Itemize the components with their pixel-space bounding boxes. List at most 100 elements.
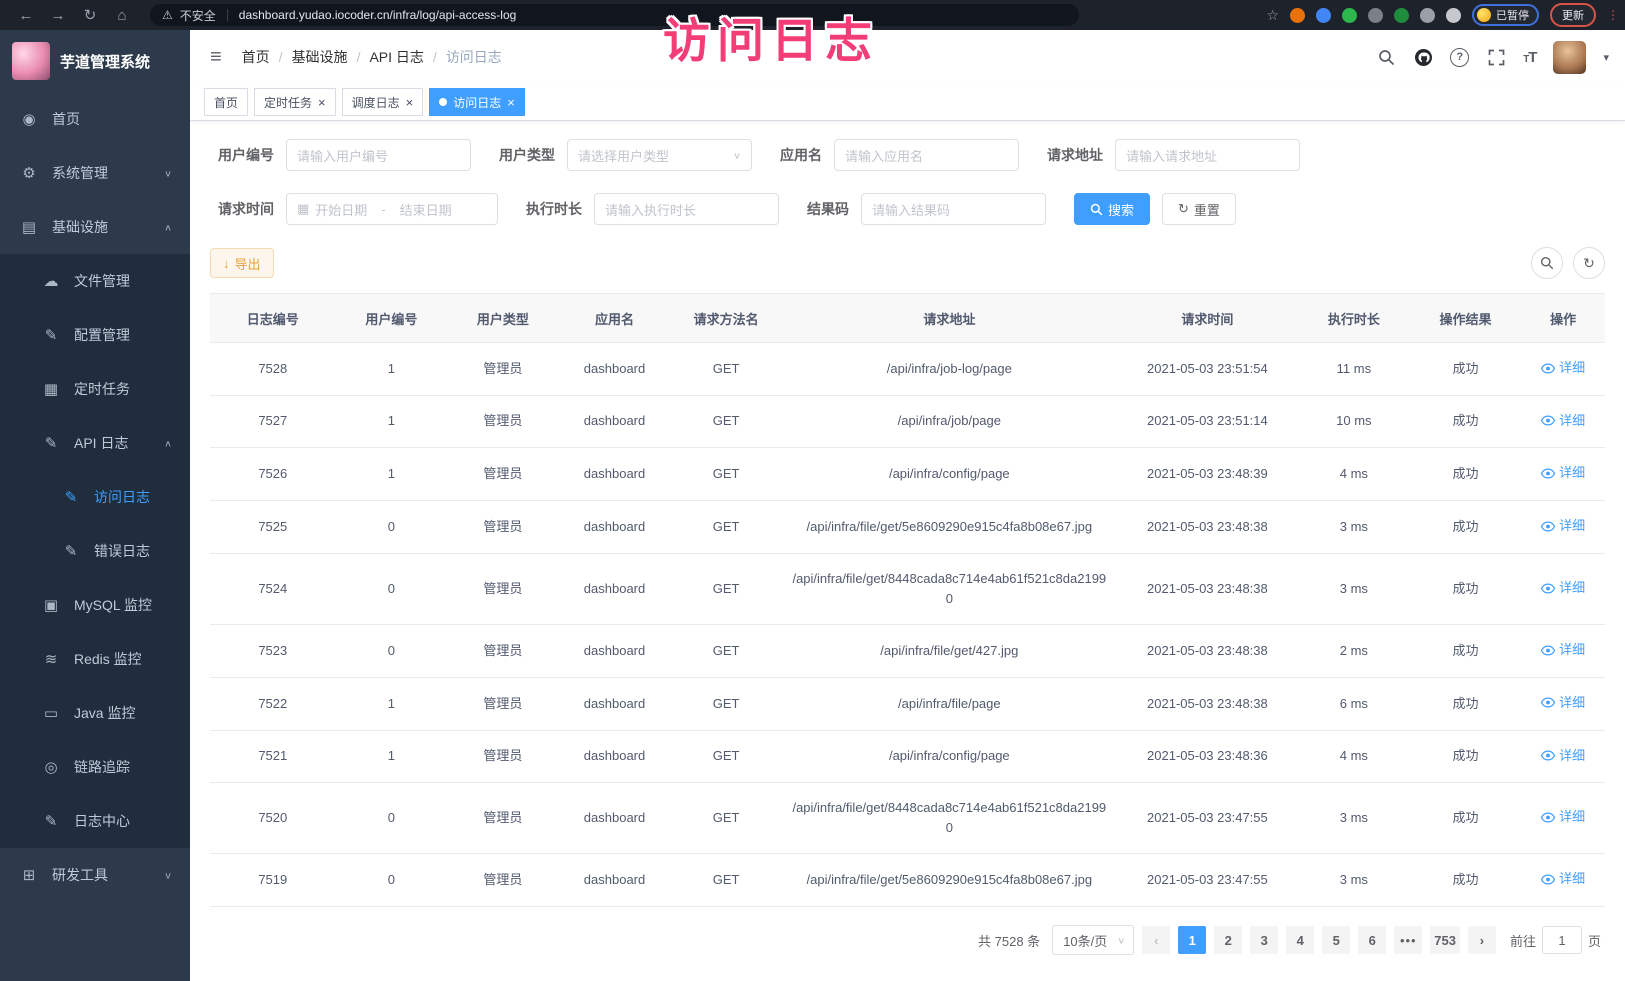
- sidebar-item-api-log[interactable]: ✎API 日志∧: [0, 416, 190, 470]
- extension-icon[interactable]: [1420, 8, 1435, 23]
- close-icon[interactable]: ×: [507, 96, 515, 109]
- cell-method: GET: [670, 395, 782, 448]
- update-button[interactable]: 更新: [1550, 3, 1596, 27]
- detail-link[interactable]: 详细: [1541, 807, 1585, 827]
- cell-id: 7522: [210, 677, 336, 730]
- sidebar-item-config[interactable]: ✎配置管理: [0, 308, 190, 362]
- sidebar-item-devtools[interactable]: ⊞研发工具∨: [0, 848, 190, 902]
- cell-id: 7526: [210, 448, 336, 501]
- sidebar-item-home[interactable]: ◉首页: [0, 92, 190, 146]
- placeholder-text: 请选择用户类型: [578, 146, 669, 165]
- sidebar-item-mysql[interactable]: ▣MySQL 监控: [0, 578, 190, 632]
- forward-icon[interactable]: →: [42, 7, 74, 24]
- reset-button[interactable]: ↻重置: [1162, 193, 1236, 225]
- tab-首页[interactable]: 首页: [204, 88, 248, 116]
- profile-paused-badge[interactable]: 已暂停: [1472, 4, 1539, 26]
- sidebar-item-job[interactable]: ▦ 定时任务: [0, 362, 190, 416]
- cell-user_type: 管理员: [447, 783, 559, 854]
- detail-link[interactable]: 详细: [1541, 578, 1585, 598]
- help-icon[interactable]: ?: [1450, 48, 1469, 67]
- detail-link[interactable]: 详细: [1541, 358, 1585, 378]
- cell-time: 2021-05-03 23:48:36: [1117, 730, 1298, 783]
- detail-link[interactable]: 详细: [1541, 463, 1585, 483]
- font-size-icon[interactable]: TT: [1523, 49, 1536, 66]
- page-button-1[interactable]: 1: [1178, 926, 1206, 954]
- duration-input[interactable]: 请输入执行时长: [594, 193, 779, 225]
- user-type-select[interactable]: 请选择用户类型∨: [567, 139, 752, 171]
- hamburger-icon[interactable]: ≡: [206, 46, 226, 69]
- sidebar-item-file[interactable]: ☁文件管理: [0, 254, 190, 308]
- close-icon[interactable]: ×: [318, 96, 326, 109]
- prev-page-button[interactable]: ‹: [1142, 926, 1170, 954]
- cell-actions: 详细: [1521, 395, 1605, 448]
- page-size-select[interactable]: 10条/页 ∨: [1052, 925, 1134, 955]
- page-button-2[interactable]: 2: [1214, 926, 1242, 954]
- sidebar-item-error-log[interactable]: ✎错误日志: [0, 524, 190, 578]
- request-url-input[interactable]: 请输入请求地址: [1115, 139, 1300, 171]
- sidebar-item-trace[interactable]: ◎链路追踪: [0, 740, 190, 794]
- sidebar-item-redis[interactable]: ≋Redis 监控: [0, 632, 190, 686]
- search-toggle-button[interactable]: [1531, 247, 1563, 279]
- extension-icon[interactable]: [1342, 8, 1357, 23]
- page-button-753[interactable]: 753: [1430, 926, 1460, 954]
- github-icon[interactable]: [1413, 47, 1433, 67]
- not-secure-label[interactable]: 不安全: [180, 7, 216, 24]
- page-button-3[interactable]: 3: [1250, 926, 1278, 954]
- extension-icon[interactable]: [1316, 8, 1331, 23]
- cell-id: 7528: [210, 343, 336, 396]
- reload-icon[interactable]: ↻: [74, 6, 106, 24]
- sidebar-item-log-center[interactable]: ✎日志中心: [0, 794, 190, 848]
- sidebar-item-java[interactable]: ▭Java 监控: [0, 686, 190, 740]
- extension-icon[interactable]: [1368, 8, 1383, 23]
- extension-icon[interactable]: [1446, 8, 1461, 23]
- sidebar-item-label: 定时任务: [74, 379, 130, 399]
- page-button-6[interactable]: 6: [1358, 926, 1386, 954]
- page-button-5[interactable]: 5: [1322, 926, 1350, 954]
- cell-app: dashboard: [559, 501, 671, 554]
- export-button[interactable]: ↓ 导出: [210, 248, 274, 278]
- home-icon[interactable]: ⌂: [106, 7, 138, 24]
- cell-method: GET: [670, 783, 782, 854]
- jump-page-input[interactable]: 1: [1542, 926, 1582, 954]
- back-icon[interactable]: ←: [10, 7, 42, 24]
- refresh-button[interactable]: ↻: [1573, 247, 1605, 279]
- detail-link[interactable]: 详细: [1541, 640, 1585, 660]
- browser-toolbar: ← → ↻ ⌂ ⚠ 不安全 dashboard.yudao.iocoder.cn…: [0, 0, 1625, 30]
- request-time-range-input[interactable]: ▦开始日期-结束日期: [286, 193, 498, 225]
- detail-link[interactable]: 详细: [1541, 693, 1585, 713]
- search-icon[interactable]: [1376, 47, 1396, 67]
- cell-user_type: 管理员: [447, 677, 559, 730]
- sidebar-item-infra[interactable]: ▤基础设施∧: [0, 200, 190, 254]
- close-icon[interactable]: ×: [406, 96, 414, 109]
- app-name-input[interactable]: 请输入应用名: [834, 139, 1019, 171]
- tab-访问日志[interactable]: 访问日志×: [429, 88, 525, 116]
- fullscreen-icon[interactable]: [1486, 47, 1506, 67]
- extension-icon[interactable]: [1394, 8, 1409, 23]
- user-avatar[interactable]: [1553, 41, 1586, 74]
- detail-link[interactable]: 详细: [1541, 746, 1585, 766]
- extension-icon[interactable]: [1290, 8, 1305, 23]
- cell-actions: 详细: [1521, 730, 1605, 783]
- next-page-button[interactable]: ›: [1468, 926, 1496, 954]
- breadcrumb-item[interactable]: API 日志: [369, 47, 423, 67]
- page-button-4[interactable]: 4: [1286, 926, 1314, 954]
- bookmark-star-icon[interactable]: ☆: [1266, 7, 1279, 24]
- user-id-input[interactable]: 请输入用户编号: [286, 139, 471, 171]
- detail-link[interactable]: 详细: [1541, 411, 1585, 431]
- search-button[interactable]: 搜索: [1074, 193, 1150, 225]
- detail-link[interactable]: 详细: [1541, 516, 1585, 536]
- breadcrumb-separator: /: [433, 49, 437, 65]
- sidebar-item-access-log[interactable]: ✎访问日志: [0, 470, 190, 524]
- cell-url: /api/infra/file/get/5e8609290e915c4fa8b0…: [782, 501, 1117, 554]
- breadcrumb-item[interactable]: 基础设施: [292, 47, 348, 67]
- browser-menu-icon[interactable]: ⋮: [1607, 13, 1615, 18]
- detail-link[interactable]: 详细: [1541, 869, 1585, 889]
- user-menu-caret-icon[interactable]: ▾: [1603, 51, 1609, 64]
- sidebar-item-system[interactable]: ⚙系统管理∨: [0, 146, 190, 200]
- tab-定时任务[interactable]: 定时任务×: [254, 88, 336, 116]
- breadcrumb-item[interactable]: 首页: [242, 47, 270, 67]
- job-icon: ▦: [42, 380, 60, 398]
- address-bar[interactable]: ⚠ 不安全 dashboard.yudao.iocoder.cn/infra/l…: [150, 4, 1079, 26]
- result-code-input[interactable]: 请输入结果码: [861, 193, 1046, 225]
- tab-调度日志[interactable]: 调度日志×: [342, 88, 424, 116]
